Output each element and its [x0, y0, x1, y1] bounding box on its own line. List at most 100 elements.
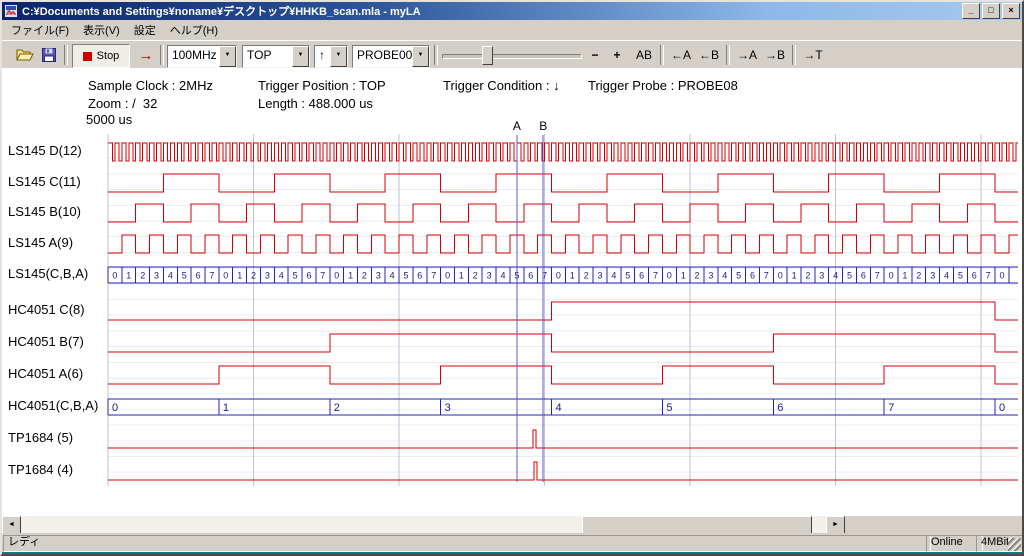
- svg-text:3: 3: [265, 271, 270, 281]
- status-online: Online: [926, 535, 983, 552]
- stop-label: Stop: [97, 50, 120, 62]
- svg-text:1: 1: [570, 271, 575, 281]
- svg-text:7: 7: [209, 271, 214, 281]
- svg-text:B: B: [539, 119, 547, 133]
- trigger-position-value: TOP: [243, 46, 292, 67]
- goto-cursor-b-button[interactable]: ←B: [696, 44, 722, 66]
- sample-rate-select[interactable]: 100MHz ▼: [167, 45, 237, 68]
- svg-text:7: 7: [875, 271, 880, 281]
- svg-text:2: 2: [584, 271, 589, 281]
- svg-text:6: 6: [777, 402, 783, 414]
- ab-span-button[interactable]: AB: [632, 44, 656, 66]
- svg-text:1: 1: [223, 402, 229, 414]
- dropdown-arrow-icon[interactable]: ▼: [412, 46, 429, 67]
- svg-text:4: 4: [944, 271, 949, 281]
- waveform-area[interactable]: 0123456701234567012345670123456701234567…: [0, 118, 1024, 516]
- svg-text:5: 5: [736, 271, 741, 281]
- zoom-slider[interactable]: [442, 44, 582, 66]
- trigger-edge-select[interactable]: ↑ ▼: [314, 45, 348, 68]
- svg-text:5: 5: [293, 271, 298, 281]
- svg-text:3: 3: [154, 271, 159, 281]
- menu-help[interactable]: ヘルプ(H): [163, 20, 225, 40]
- svg-text:5: 5: [625, 271, 630, 281]
- svg-text:3: 3: [376, 271, 381, 281]
- svg-text:0: 0: [445, 271, 450, 281]
- zoom-info: Zoom : / 32: [88, 96, 157, 111]
- svg-text:5: 5: [847, 271, 852, 281]
- save-button[interactable]: [38, 44, 60, 66]
- svg-text:7: 7: [764, 271, 769, 281]
- svg-text:2: 2: [140, 271, 145, 281]
- toolbar-separator: [792, 45, 796, 65]
- run-button[interactable]: →: [134, 44, 158, 66]
- svg-text:0: 0: [223, 271, 228, 281]
- svg-text:4: 4: [279, 271, 284, 281]
- svg-text:4: 4: [390, 271, 395, 281]
- svg-text:6: 6: [750, 271, 755, 281]
- trigger-edge-value: ↑: [315, 46, 330, 67]
- zoom-slider-thumb[interactable]: [482, 46, 493, 65]
- stop-icon: [83, 52, 92, 61]
- svg-text:2: 2: [473, 271, 478, 281]
- close-button[interactable]: ×: [1002, 3, 1020, 19]
- svg-text:7: 7: [320, 271, 325, 281]
- app-icon: [4, 4, 18, 18]
- svg-text:6: 6: [639, 271, 644, 281]
- goto-trigger-button[interactable]: →T: [800, 44, 826, 66]
- menu-view[interactable]: 表示(V): [76, 20, 127, 40]
- dropdown-arrow-icon[interactable]: ▼: [292, 46, 309, 67]
- resize-grip[interactable]: [1008, 538, 1021, 551]
- maximize-button[interactable]: □: [982, 3, 1000, 19]
- zoom-slider-track[interactable]: [442, 54, 582, 59]
- toolbar: Stop → 100MHz ▼ TOP ▼ ↑ ▼ PROBE00 ▼ − + …: [2, 40, 1022, 70]
- svg-text:1: 1: [348, 271, 353, 281]
- svg-text:3: 3: [819, 271, 824, 281]
- svg-text:A: A: [513, 119, 521, 133]
- svg-text:5: 5: [666, 402, 672, 414]
- save-floppy-icon: [41, 47, 57, 63]
- horizontal-scrollbar[interactable]: ◄ ►: [2, 516, 845, 533]
- minimize-button[interactable]: _: [962, 3, 980, 19]
- scrollbar-track[interactable]: [19, 516, 828, 533]
- zoom-in-button[interactable]: +: [608, 44, 626, 66]
- menu-file[interactable]: ファイル(F): [4, 20, 76, 40]
- svg-text:7: 7: [431, 271, 436, 281]
- svg-text:7: 7: [986, 271, 991, 281]
- dropdown-arrow-icon[interactable]: ▼: [330, 46, 347, 67]
- goto-cursor-a-button[interactable]: ←A: [668, 44, 694, 66]
- stop-button[interactable]: Stop: [72, 44, 130, 68]
- menu-bar: ファイル(F) 表示(V) 設定 ヘルプ(H): [2, 20, 1022, 40]
- status-ready: レディ: [3, 535, 931, 552]
- svg-text:2: 2: [916, 271, 921, 281]
- toolbar-separator: [434, 45, 438, 65]
- svg-text:2: 2: [251, 271, 256, 281]
- set-cursor-a-button[interactable]: →A: [734, 44, 760, 66]
- svg-text:3: 3: [597, 271, 602, 281]
- trigger-probe-select[interactable]: PROBE00 ▼: [352, 45, 430, 68]
- set-cursor-b-button[interactable]: →B: [762, 44, 788, 66]
- sample-rate-value: 100MHz: [168, 46, 219, 67]
- trigger-probe-value: PROBE00: [353, 46, 412, 67]
- toolbar-separator: [726, 45, 730, 65]
- svg-text:1: 1: [126, 271, 131, 281]
- svg-text:1: 1: [681, 271, 686, 281]
- dropdown-arrow-icon[interactable]: ▼: [219, 46, 236, 67]
- svg-text:4: 4: [611, 271, 616, 281]
- open-button[interactable]: [14, 44, 36, 66]
- svg-text:0: 0: [556, 271, 561, 281]
- menu-settings[interactable]: 設定: [127, 20, 163, 40]
- svg-text:0: 0: [999, 271, 1004, 281]
- svg-text:7: 7: [653, 271, 658, 281]
- svg-text:4: 4: [722, 271, 727, 281]
- svg-text:1: 1: [902, 271, 907, 281]
- trigger-position-select[interactable]: TOP ▼: [242, 45, 310, 68]
- svg-text:4: 4: [833, 271, 838, 281]
- svg-text:3: 3: [487, 271, 492, 281]
- zoom-out-button[interactable]: −: [586, 44, 604, 66]
- window-title: C:¥Documents and Settings¥noname¥デスクトップ¥…: [22, 3, 960, 19]
- svg-text:6: 6: [306, 271, 311, 281]
- svg-text:6: 6: [972, 271, 977, 281]
- svg-text:3: 3: [708, 271, 713, 281]
- title-bar[interactable]: C:¥Documents and Settings¥noname¥デスクトップ¥…: [2, 2, 1022, 20]
- svg-text:2: 2: [334, 402, 340, 414]
